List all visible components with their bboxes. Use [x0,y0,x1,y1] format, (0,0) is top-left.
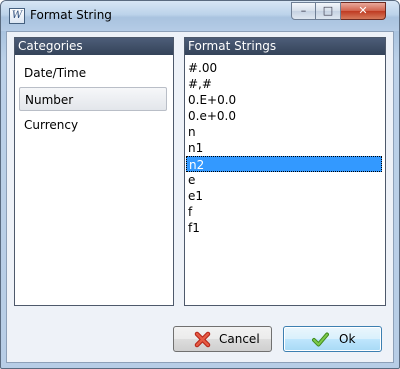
format-string-dialog: W Format String – □ ✕ Categories Date/Ti… [0,0,400,369]
format-item[interactable]: e1 [186,188,382,204]
format-item[interactable]: e [186,172,382,188]
ok-button[interactable]: Ok [283,326,382,352]
maximize-button[interactable]: □ [316,2,341,20]
format-item[interactable]: #,# [186,76,382,92]
format-item[interactable]: n [186,124,382,140]
format-strings-panel: Format Strings #.00 #,# 0.E+0.0 0.e+0.0 … [184,37,386,306]
dialog-body: Categories Date/Time Number Currency For… [6,31,394,363]
format-item[interactable]: 0.E+0.0 [186,92,382,108]
cancel-button[interactable]: Cancel [173,326,272,352]
title-bar[interactable]: W Format String – □ ✕ [1,1,399,31]
format-item[interactable]: 0.e+0.0 [186,108,382,124]
minimize-button[interactable]: – [291,2,316,20]
format-item[interactable]: f1 [186,220,382,236]
format-item[interactable]: f [186,204,382,220]
cancel-x-icon [194,331,211,348]
ok-label: Ok [339,332,356,346]
format-item[interactable]: #.00 [186,60,382,76]
cancel-label: Cancel [219,332,260,346]
categories-header: Categories [15,38,173,55]
format-item[interactable]: n1 [186,140,382,156]
checkmark-icon [312,332,329,347]
category-item-number[interactable]: Number [19,87,167,111]
categories-panel: Categories Date/Time Number Currency [14,37,174,306]
close-button[interactable]: ✕ [341,2,386,20]
category-item-date-time[interactable]: Date/Time [19,61,167,85]
format-item-selected[interactable]: n2 [186,156,382,172]
app-icon: W [9,8,25,24]
window-title: Format String [30,8,112,22]
format-strings-header: Format Strings [185,38,385,55]
category-item-currency[interactable]: Currency [19,113,167,137]
